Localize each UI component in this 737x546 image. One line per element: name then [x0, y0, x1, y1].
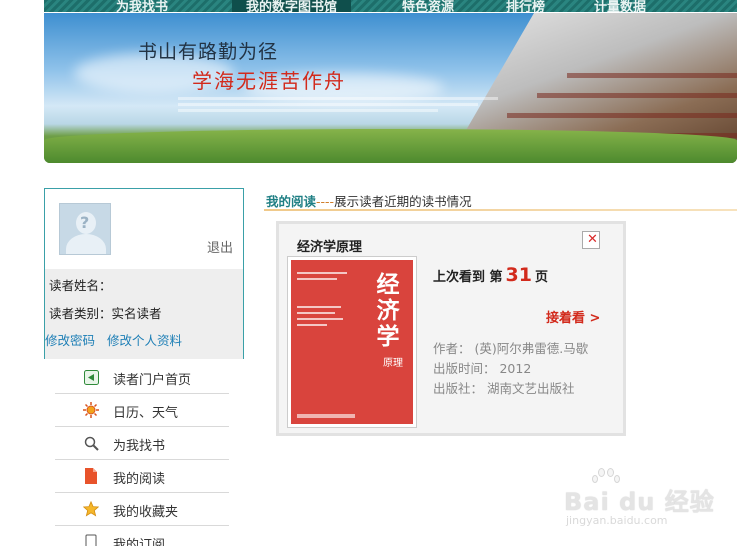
banner-slogan-line2: 学海无涯苦作舟 [192, 69, 346, 93]
banner-slogan-line1: 书山有路勤为径 [138, 41, 279, 63]
subscribe-icon [83, 534, 99, 546]
section-separator: ---- [316, 194, 335, 209]
book-title: 经济学原理 [297, 240, 363, 255]
reader-type-row: 读者类别：实名读者 [49, 303, 162, 322]
page: 为我找书 我的数字图书馆 特色资源 排行榜 计量数据 书山有路勤为径 学海无涯苦… [0, 0, 737, 546]
book-author: 作者： (英)阿尔弗雷德.马歇 [433, 341, 589, 356]
nav-item-my-library[interactable]: 我的数字图书馆 [232, 0, 352, 12]
star-icon [83, 501, 99, 517]
reader-type-label: 读者类别： [49, 306, 112, 321]
cover-title: 经济学 [376, 271, 400, 350]
logout-link[interactable]: 退出 [207, 237, 233, 256]
weather-sun-icon [83, 402, 99, 418]
user-panel: ? 退出 读者姓名： 读者类别：实名读者 修改密码 修改个人资料 [44, 188, 244, 359]
sidebar-item-my-reading[interactable]: 我的阅读 [55, 460, 229, 493]
section-description: 展示读者近期的读书情况 [334, 194, 472, 209]
search-icon [83, 435, 99, 451]
nav-item-ranking[interactable]: 排行榜 [506, 0, 545, 12]
banner: 书山有路勤为径 学海无涯苦作舟 [44, 13, 737, 163]
nav-item-featured[interactable]: 特色资源 [402, 0, 454, 12]
sidebar-item-weather[interactable]: 日历、天气 [55, 394, 229, 427]
sidebar-item-subscriptions[interactable]: 我的订阅 [55, 526, 229, 546]
section-title: 我的阅读 [266, 194, 317, 209]
account-links: 修改密码 修改个人资料 [45, 330, 194, 349]
question-mark-icon: ? [80, 213, 90, 232]
section-divider [264, 209, 737, 211]
progress-suffix: 页 [534, 270, 548, 285]
sidebar-item-find-book[interactable]: 为我找书 [55, 427, 229, 460]
close-icon: ✕ [587, 232, 598, 247]
sidebar-item-label: 读者门户首页 [113, 373, 192, 388]
book-cover[interactable]: 经济学 原理 [287, 256, 417, 428]
watermark-url: jingyan.baidu.com [566, 514, 668, 527]
avatar: ? [59, 203, 111, 255]
reading-progress: 上次看到 第 31 页 [433, 264, 548, 286]
section-heading: 我的阅读----展示读者近期的读书情况 [266, 191, 472, 210]
sidebar-item-label: 我的阅读 [113, 472, 166, 487]
banner-hill [44, 129, 737, 163]
sidebar-item-label: 为我找书 [113, 439, 166, 454]
watermark-brand: Bai du 经验 [564, 488, 715, 516]
book-icon [83, 468, 99, 484]
nav-item-find-book[interactable]: 为我找书 [116, 0, 168, 12]
portal-home-icon [83, 369, 99, 385]
book-published: 出版时间： 2012 [433, 361, 532, 376]
sidebar-item-label: 我的收藏夹 [113, 505, 179, 520]
reader-type-value: 实名读者 [111, 306, 162, 321]
book-publisher: 出版社： 湖南文艺出版社 [433, 381, 575, 396]
reader-name-label: 读者姓名： [49, 278, 112, 293]
reading-card: 经济学原理 ✕ 经济学 原理 上次看到 第 31 页 接着看 > 作者： (英)… [276, 221, 626, 436]
top-nav: 为我找书 我的数字图书馆 特色资源 排行榜 计量数据 [44, 0, 737, 12]
sidebar-menu: 读者门户首页 日历、天气 为我找书 我的阅读 我的收藏夹 我的订阅 [55, 361, 229, 546]
continue-reading-link[interactable]: 接着看 > [546, 307, 600, 326]
sidebar-item-label: 我的订阅 [113, 538, 166, 546]
sidebar-item-portal-home[interactable]: 读者门户首页 [55, 361, 229, 394]
sidebar-item-label: 日历、天气 [113, 406, 179, 421]
progress-prefix: 上次看到 第 [433, 270, 503, 285]
remove-button[interactable]: ✕ [582, 231, 600, 249]
edit-profile-link[interactable]: 修改个人资料 [107, 333, 182, 348]
last-page-number: 31 [505, 264, 532, 286]
change-password-link[interactable]: 修改密码 [45, 333, 95, 348]
sidebar-item-favorites[interactable]: 我的收藏夹 [55, 493, 229, 526]
nav-item-metrics[interactable]: 计量数据 [594, 0, 646, 12]
cover-subtitle: 原理 [383, 358, 403, 369]
watermark: Bai du 经验 jingyan.baidu.com [564, 468, 714, 530]
